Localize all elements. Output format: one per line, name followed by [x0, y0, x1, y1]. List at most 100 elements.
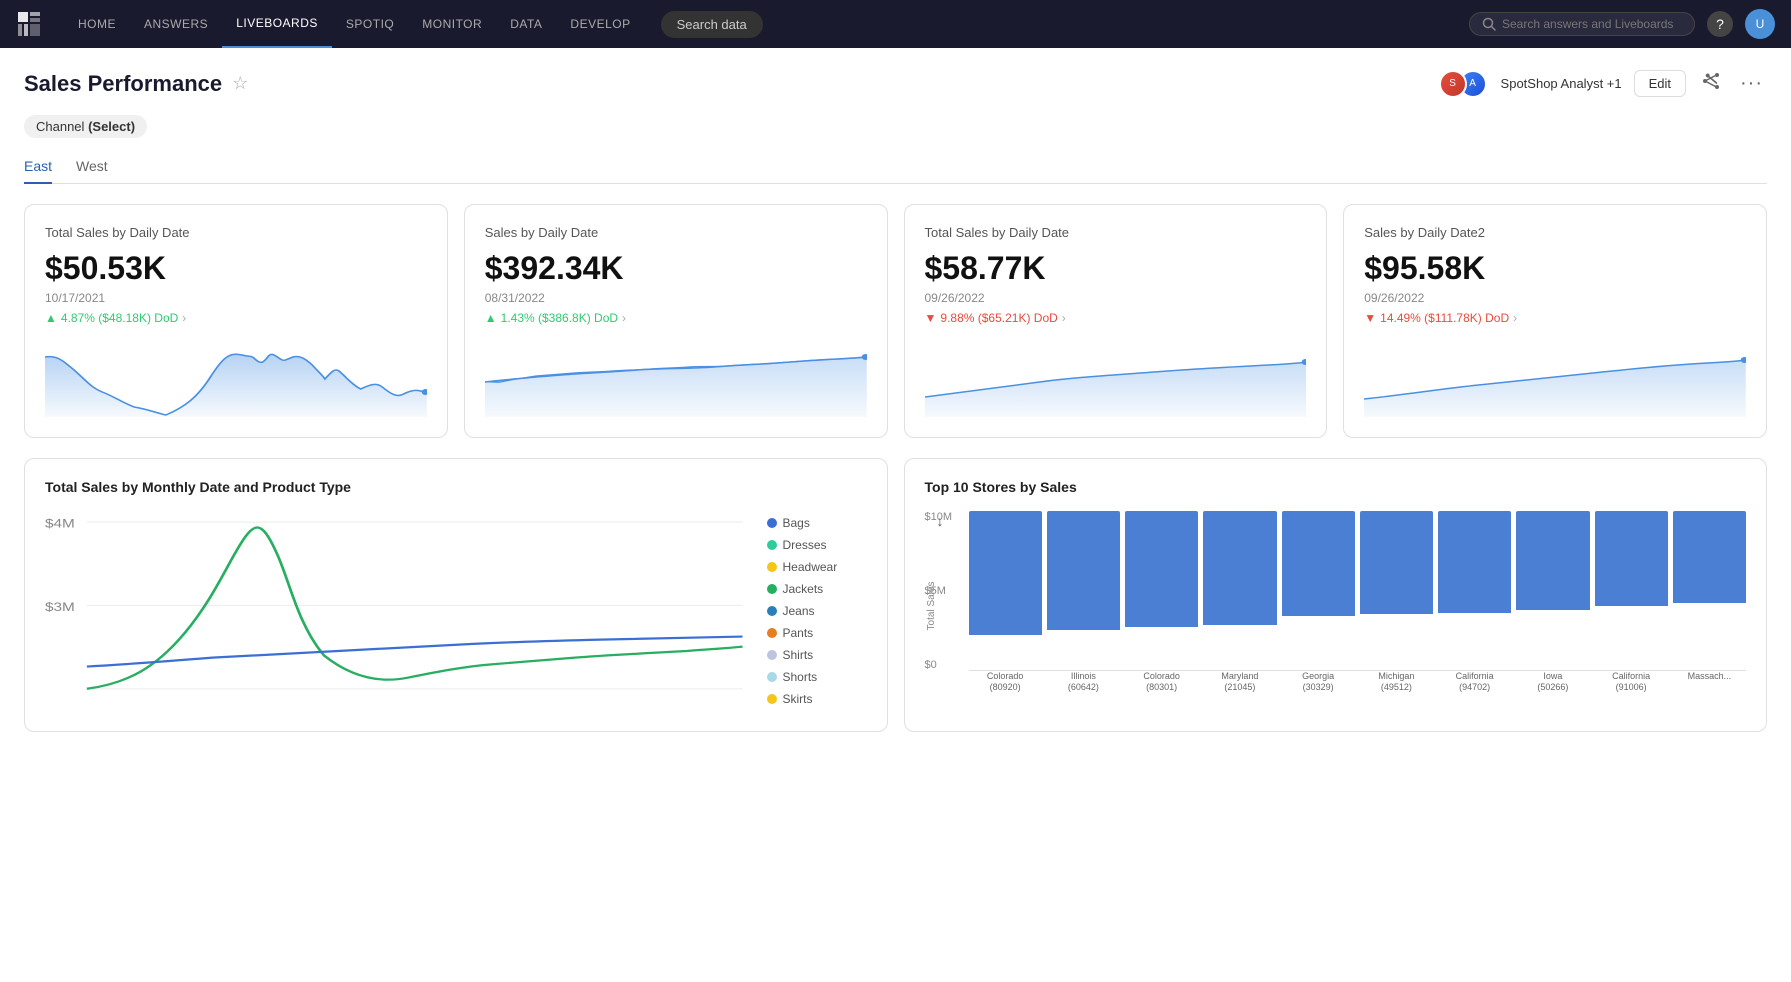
nav-right: ? U [1469, 9, 1775, 39]
logo [16, 10, 44, 38]
up-arrow-icon-1: ▲ [45, 311, 57, 325]
legend-label-jeans: Jeans [783, 604, 815, 618]
card-sales-2: Sales by Daily Date $392.34K 08/31/2022 … [464, 204, 888, 438]
share-button[interactable] [1698, 68, 1724, 99]
bar-group-6 [1360, 511, 1433, 670]
bar-group-9 [1595, 511, 1668, 670]
nav-links: HOME ANSWERS LIVEBOARDS SPOTIQ MONITOR D… [64, 0, 1469, 48]
legend-dot-pants [767, 628, 777, 638]
nav-home[interactable]: HOME [64, 0, 130, 48]
bar-group-7 [1438, 511, 1511, 670]
tab-east[interactable]: East [24, 158, 52, 184]
legend-dot-shorts [767, 672, 777, 682]
nav-develop[interactable]: DEVELOP [556, 0, 644, 48]
x-label-9: California(91006) [1595, 671, 1668, 701]
page-header-right: S A SpotShop Analyst +1 Edit ··· [1439, 68, 1767, 99]
bar-5[interactable] [1282, 511, 1355, 616]
favorite-button[interactable]: ☆ [232, 73, 248, 94]
bar-group-2 [1047, 511, 1120, 670]
legend-label-pants: Pants [783, 626, 814, 640]
bar-10[interactable] [1673, 511, 1746, 603]
chart-legend: Bags Dresses Headwear Jackets [767, 511, 867, 711]
metric-cards-row: Total Sales by Daily Date $50.53K 10/17/… [24, 204, 1767, 438]
bar-1[interactable] [969, 511, 1042, 635]
legend-jackets: Jackets [767, 582, 867, 596]
card-title-3: Total Sales by Daily Date [925, 225, 1307, 240]
legend-dot-shirts [767, 650, 777, 660]
card-total-sales-1: Total Sales by Daily Date $50.53K 10/17/… [24, 204, 448, 438]
card-title-1: Total Sales by Daily Date [45, 225, 427, 240]
bar-2[interactable] [1047, 511, 1120, 630]
bar-3[interactable] [1125, 511, 1198, 627]
bar-group-5 [1282, 511, 1355, 670]
x-label-8: Iowa(50266) [1516, 671, 1589, 701]
nav-monitor[interactable]: MONITOR [408, 0, 496, 48]
nav-liveboards[interactable]: LIVEBOARDS [222, 0, 332, 48]
x-label-6: Michigan(49512) [1360, 671, 1433, 701]
bar-8[interactable] [1516, 511, 1589, 610]
nav-answers[interactable]: ANSWERS [130, 0, 222, 48]
help-button[interactable]: ? [1707, 11, 1733, 37]
legend-dot-jackets [767, 584, 777, 594]
bar-group-1 [969, 511, 1042, 670]
nav-spotiq[interactable]: SPOTIQ [332, 0, 408, 48]
card-delta-4[interactable]: ▼ 14.49% ($111.78K) DoD › [1364, 311, 1746, 325]
search-data-button[interactable]: Search data [661, 11, 763, 38]
legend-skirts: Skirts [767, 692, 867, 706]
card-delta-text-1: 4.87% ($48.18K) DoD [61, 311, 178, 325]
card-delta-2[interactable]: ▲ 1.43% ($386.8K) DoD › [485, 311, 867, 325]
legend-label-dresses: Dresses [783, 538, 827, 552]
bar-group-4 [1203, 511, 1276, 670]
tab-west[interactable]: West [76, 158, 108, 184]
bar-7[interactable] [1438, 511, 1511, 613]
legend-dresses: Dresses [767, 538, 867, 552]
search-input[interactable] [1502, 17, 1682, 31]
legend-label-skirts: Skirts [783, 692, 813, 706]
bar-6[interactable] [1360, 511, 1433, 614]
channel-filter[interactable]: Channel (Select) [24, 115, 147, 138]
line-chart-card: Total Sales by Monthly Date and Product … [24, 458, 888, 732]
legend-label-shirts: Shirts [783, 648, 814, 662]
card-value-3: $58.77K [925, 250, 1307, 287]
card-delta-1[interactable]: ▲ 4.87% ($48.18K) DoD › [45, 311, 427, 325]
bar-9[interactable] [1595, 511, 1668, 606]
x-axis-labels: Colorado(80920) Illinois(60642) Colorado… [969, 671, 1747, 701]
line-chart-title: Total Sales by Monthly Date and Product … [45, 479, 867, 495]
card-date-3: 09/26/2022 [925, 291, 1307, 305]
y-label-bottom: $0 [925, 659, 963, 671]
legend-dot-headwear [767, 562, 777, 572]
chevron-right-icon-3: › [1062, 311, 1066, 325]
collab-avatar-1: S [1439, 70, 1467, 98]
sort-icon[interactable]: ↓ [937, 513, 944, 531]
nav-data[interactable]: DATA [496, 0, 556, 48]
x-label-2: Illinois(60642) [1047, 671, 1120, 701]
filter-bar: Channel (Select) [24, 115, 1767, 138]
more-options-button[interactable]: ··· [1736, 68, 1767, 99]
card-total-sales-3: Total Sales by Daily Date $58.77K 09/26/… [904, 204, 1328, 438]
card-value-1: $50.53K [45, 250, 427, 287]
line-chart-svg: $4M $3M [45, 511, 743, 711]
legend-dot-skirts [767, 694, 777, 704]
down-arrow-icon-4: ▼ [1364, 311, 1376, 325]
edit-button[interactable]: Edit [1634, 70, 1686, 97]
legend-label-headwear: Headwear [783, 560, 838, 574]
bar-group-8 [1516, 511, 1589, 670]
nav-search-bar[interactable] [1469, 12, 1695, 36]
user-avatar[interactable]: U [1745, 9, 1775, 39]
navbar: HOME ANSWERS LIVEBOARDS SPOTIQ MONITOR D… [0, 0, 1791, 48]
bars-container [969, 511, 1747, 671]
chevron-right-icon-4: › [1513, 311, 1517, 325]
card-delta-3[interactable]: ▼ 9.88% ($65.21K) DoD › [925, 311, 1307, 325]
legend-dot-bags [767, 518, 777, 528]
collaborators-label: SpotShop Analyst +1 [1501, 76, 1622, 91]
card-sales-4: Sales by Daily Date2 $95.58K 09/26/2022 … [1343, 204, 1767, 438]
card-date-2: 08/31/2022 [485, 291, 867, 305]
legend-pants: Pants [767, 626, 867, 640]
bottom-row: Total Sales by Monthly Date and Product … [24, 458, 1767, 732]
legend-bags: Bags [767, 516, 867, 530]
card-delta-text-3: 9.88% ($65.21K) DoD [940, 311, 1057, 325]
legend-dot-dresses [767, 540, 777, 550]
card-value-4: $95.58K [1364, 250, 1746, 287]
bar-chart-card: Top 10 Stores by Sales $10M $5M $0 ↓ Tot… [904, 458, 1768, 732]
bar-4[interactable] [1203, 511, 1276, 625]
